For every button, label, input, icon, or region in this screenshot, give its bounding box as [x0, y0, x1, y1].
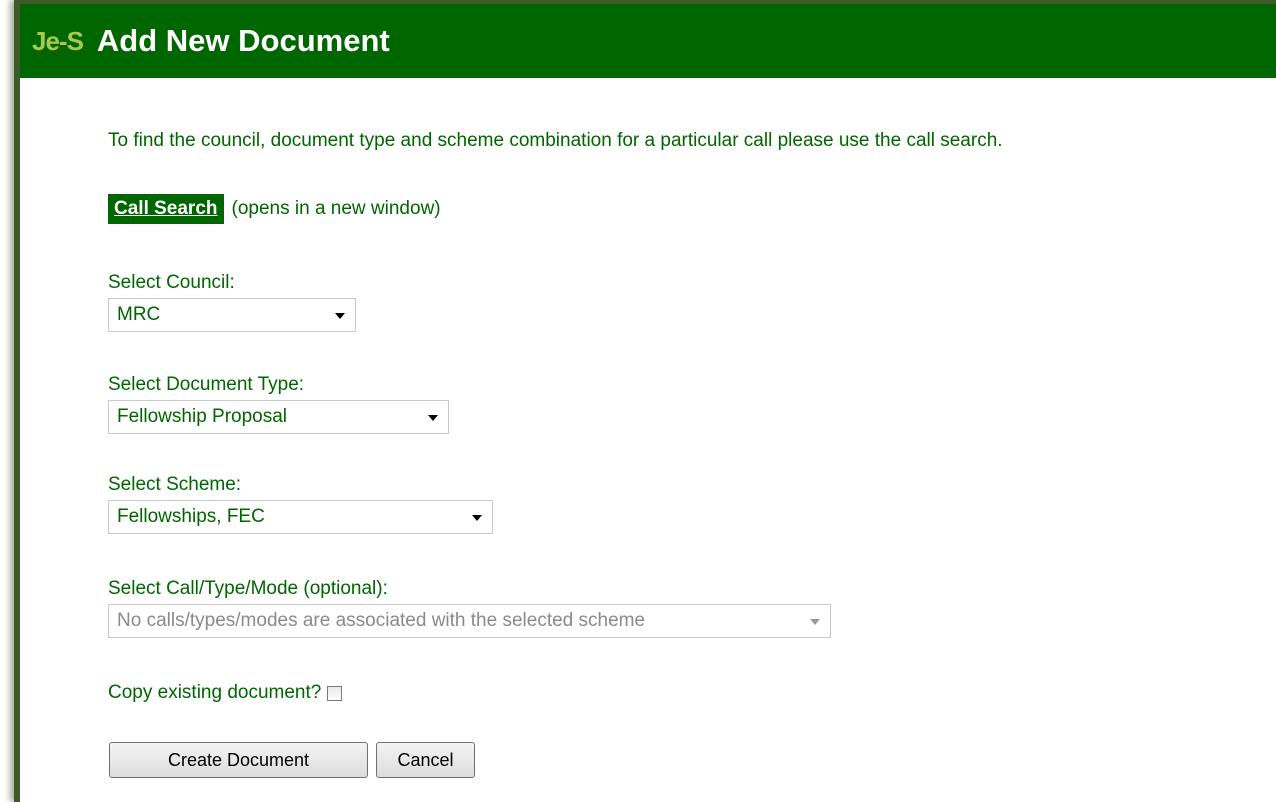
page-title: Add New Document — [96, 23, 390, 58]
call-type-mode-select: No calls/types/modes are associated with… — [108, 604, 831, 638]
copy-existing-checkbox[interactable] — [327, 685, 343, 701]
call-type-mode-label: Select Call/Type/Mode (optional): — [108, 578, 388, 599]
call-search-note: (opens in a new window) — [231, 198, 441, 219]
title-bar: Je-S Add New Document — [20, 4, 1276, 78]
intro-text: To find the council, document type and s… — [108, 130, 1003, 151]
dropdown-arrow-icon — [335, 313, 345, 319]
dropdown-arrow-icon — [428, 415, 438, 421]
create-document-button[interactable]: Create Document — [109, 742, 368, 778]
scheme-select-value: Fellowships, FEC — [117, 506, 265, 527]
document-type-label: Select Document Type: — [108, 374, 305, 395]
scheme-label: Select Scheme: — [108, 474, 242, 495]
cancel-button[interactable]: Cancel — [376, 742, 475, 778]
council-label: Select Council: — [108, 272, 235, 293]
je-s-logo: Je-S — [32, 25, 84, 56]
call-search-row: Call Search (opens in a new window) — [108, 194, 441, 224]
call-search-link[interactable]: Call Search — [108, 194, 224, 224]
council-select-value: MRC — [117, 304, 161, 325]
document-type-select[interactable]: Fellowship Proposal — [108, 400, 449, 434]
dropdown-arrow-icon — [472, 515, 482, 521]
call-type-mode-select-value: No calls/types/modes are associated with… — [117, 610, 646, 631]
copy-existing-row: Copy existing document? — [108, 682, 343, 704]
scheme-select[interactable]: Fellowships, FEC — [108, 500, 493, 534]
dropdown-arrow-icon — [810, 619, 820, 625]
dialog-window: Je-S Add New Document To find the counci… — [14, 0, 1276, 802]
council-select[interactable]: MRC — [108, 298, 356, 332]
copy-existing-label: Copy existing document? — [108, 682, 322, 703]
document-type-select-value: Fellowship Proposal — [117, 406, 288, 427]
